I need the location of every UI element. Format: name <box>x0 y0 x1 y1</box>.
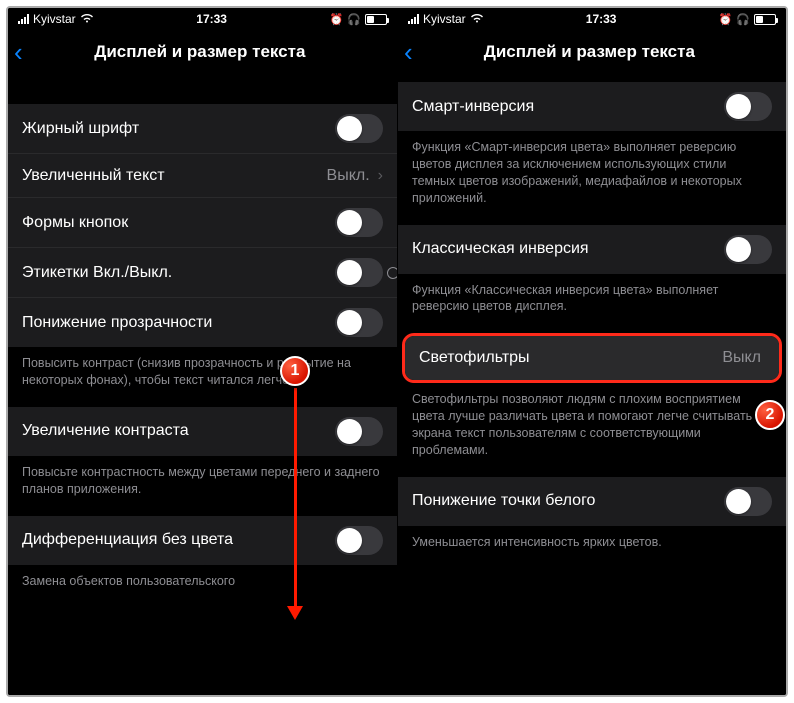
wifi-icon <box>470 13 484 26</box>
row-on-off-labels[interactable]: Этикетки Вкл./Выкл. <box>8 248 397 298</box>
battery-icon <box>365 14 387 25</box>
row-larger-text[interactable]: Увеличенный текст Выкл. › <box>8 154 397 198</box>
toggle-smart-invert[interactable] <box>724 92 772 121</box>
footer-color-filters: Светофильтры позволяют людям с плохим во… <box>398 383 786 463</box>
content-left[interactable]: Жирный шрифт Увеличенный текст Выкл. › Ф… <box>8 74 397 695</box>
alarm-icon: ⏰ <box>330 13 344 26</box>
status-left: Kyivstar <box>18 12 94 26</box>
signal-icon <box>408 14 419 24</box>
row-reduce-transparency[interactable]: Понижение прозрачности <box>8 298 397 347</box>
row-classic-invert[interactable]: Классическая инверсия <box>398 225 786 274</box>
nav-title: Дисплей и размер текста <box>9 42 391 62</box>
status-right: ⏰ 🎧 <box>330 13 387 26</box>
nav-bar: ‹ Дисплей и размер текста <box>398 30 786 74</box>
marker-2: 2 <box>755 400 785 430</box>
phone-right: Kyivstar 17:33 ⏰ 🎧 ‹ Дисплей и размер те… <box>397 8 786 695</box>
toggle-increase-contrast[interactable] <box>335 417 383 446</box>
label-diff-without-color: Дифференциация без цвета <box>22 531 335 549</box>
row-button-shapes[interactable]: Формы кнопок <box>8 198 397 248</box>
label-button-shapes: Формы кнопок <box>22 214 335 232</box>
wifi-icon <box>80 13 94 26</box>
marker-1: 1 <box>280 356 310 386</box>
carrier-label: Kyivstar <box>33 12 76 26</box>
signal-icon <box>18 14 29 24</box>
status-bar: Kyivstar 17:33 ⏰ 🎧 <box>8 8 397 30</box>
label-smart-invert: Смарт-инверсия <box>412 98 724 116</box>
row-smart-invert[interactable]: Смарт-инверсия <box>398 82 786 131</box>
toggle-classic-invert[interactable] <box>724 235 772 264</box>
toggle-bold-text[interactable] <box>335 114 383 143</box>
footer-reduce-white-point: Уменьшается интенсивность ярких цветов. <box>398 526 786 555</box>
alarm-icon: ⏰ <box>719 13 733 26</box>
arrow-line <box>294 388 297 608</box>
label-bold-text: Жирный шрифт <box>22 120 335 138</box>
label-increase-contrast: Увеличение контраста <box>22 422 335 440</box>
label-reduce-transparency: Понижение прозрачности <box>22 314 335 332</box>
headphones-icon: 🎧 <box>736 13 750 26</box>
value-larger-text: Выкл. <box>327 167 370 185</box>
arrow-head-icon <box>287 606 303 620</box>
chevron-right-icon: › <box>378 167 383 185</box>
row-diff-without-color[interactable]: Дифференциация без цвета <box>8 516 397 565</box>
status-bar: Kyivstar 17:33 ⏰ 🎧 <box>398 8 786 30</box>
toggle-button-shapes[interactable] <box>335 208 383 237</box>
toggle-reduce-white-point[interactable] <box>724 487 772 516</box>
status-left: Kyivstar <box>408 12 484 26</box>
label-reduce-white-point: Понижение точки белого <box>412 492 724 510</box>
footer-smart-invert: Функция «Смарт-инверсия цвета» выполняет… <box>398 131 786 211</box>
battery-icon <box>754 14 776 25</box>
footer-diff-without-color: Замена объектов пользовательского <box>8 565 397 594</box>
label-on-off-labels: Этикетки Вкл./Выкл. <box>22 264 335 282</box>
status-right: ⏰ 🎧 <box>719 13 776 26</box>
headphones-icon: 🎧 <box>347 13 361 26</box>
carrier-label: Kyivstar <box>423 12 466 26</box>
row-bold-text[interactable]: Жирный шрифт <box>8 104 397 154</box>
row-color-filters[interactable]: Светофильтры Выкл <box>405 336 779 380</box>
row-reduce-white-point[interactable]: Понижение точки белого <box>398 477 786 526</box>
label-color-filters: Светофильтры <box>419 349 722 367</box>
nav-title: Дисплей и размер текста <box>399 42 780 62</box>
value-color-filters: Выкл <box>722 349 761 367</box>
screenshot-frame: Kyivstar 17:33 ⏰ 🎧 ‹ Дисплей и размер те… <box>6 6 788 697</box>
status-time: 17:33 <box>196 12 227 26</box>
footer-classic-invert: Функция «Классическая инверсия цвета» вы… <box>398 274 786 320</box>
toggle-on-off-labels[interactable] <box>335 258 383 287</box>
footer-reduce-transparency: Повысить контраст (снизив прозрачность и… <box>8 347 397 393</box>
nav-bar: ‹ Дисплей и размер текста <box>8 30 397 74</box>
toggle-diff-without-color[interactable] <box>335 526 383 555</box>
content-right[interactable]: Смарт-инверсия Функция «Смарт-инверсия ц… <box>398 74 786 695</box>
row-increase-contrast[interactable]: Увеличение контраста <box>8 407 397 456</box>
toggle-reduce-transparency[interactable] <box>335 308 383 337</box>
status-time: 17:33 <box>586 12 617 26</box>
label-larger-text: Увеличенный текст <box>22 167 327 185</box>
phone-left: Kyivstar 17:33 ⏰ 🎧 ‹ Дисплей и размер те… <box>8 8 397 695</box>
label-classic-invert: Классическая инверсия <box>412 240 724 258</box>
highlight-color-filters: Светофильтры Выкл <box>402 333 782 383</box>
footer-increase-contrast: Повысьте контрастность между цветами пер… <box>8 456 397 502</box>
